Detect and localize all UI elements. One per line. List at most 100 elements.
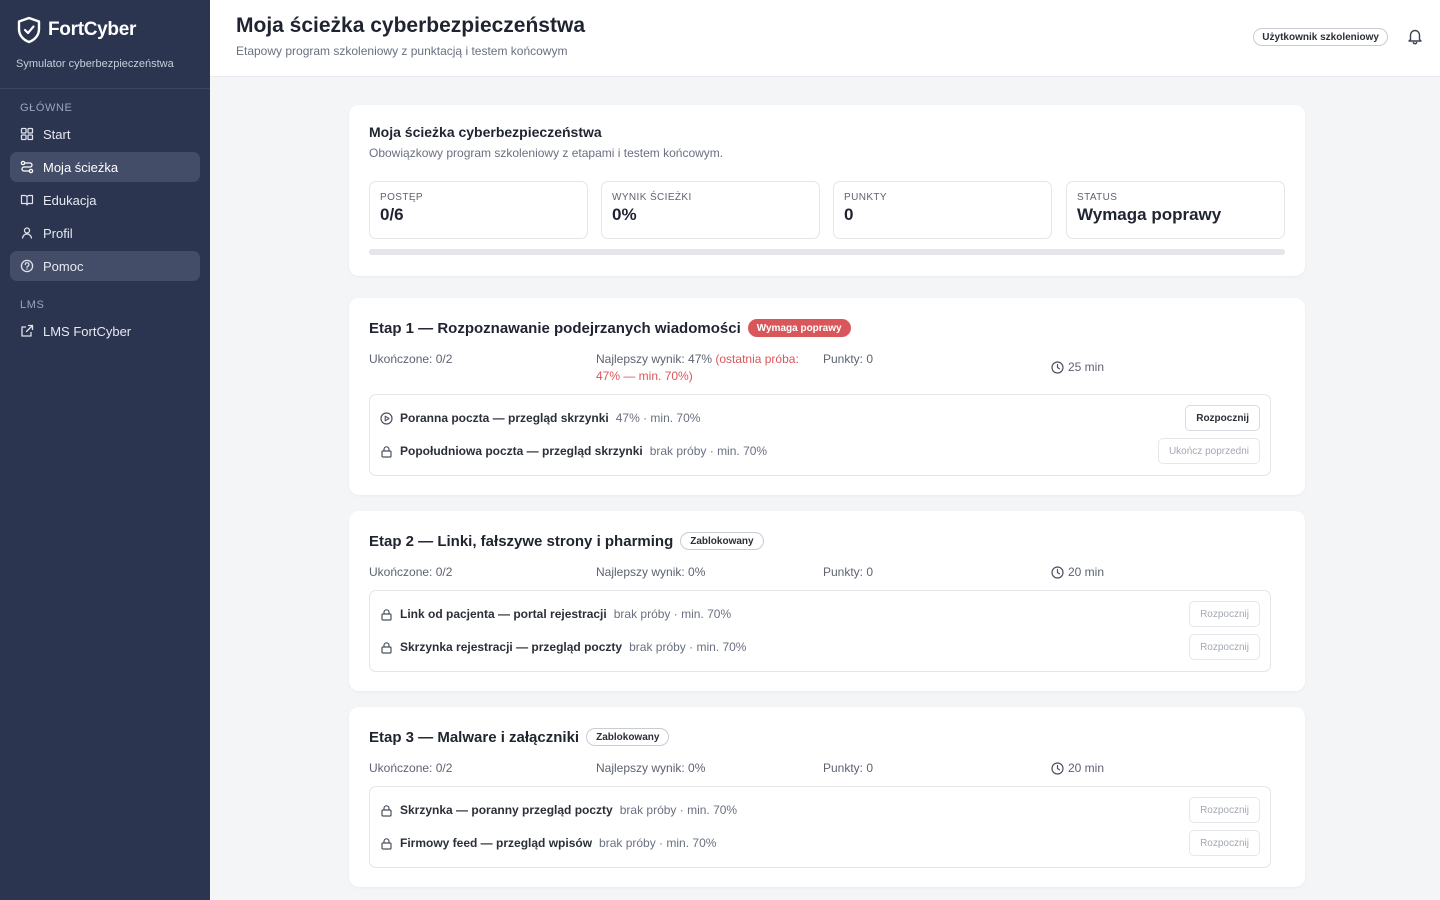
lesson-list: Skrzynka — poranny przegląd poczty brak … bbox=[369, 786, 1271, 868]
nav-section-main: GŁÓWNE bbox=[20, 102, 73, 114]
page-subtitle: Etapowy program szkoleniowy z punktacją … bbox=[236, 44, 568, 58]
lesson-row: Poranna poczta — przegląd skrzynki 47% ·… bbox=[380, 405, 1260, 431]
stage-completed: Ukończone: 0/2 bbox=[369, 352, 453, 366]
nav-list-main: Start Moja ścieżka Edukacja Profil Pomoc bbox=[0, 114, 210, 281]
lesson-meta: brak próby · min. 70% bbox=[649, 444, 768, 458]
lesson-name: Link od pacjenta — portal rejestracji bbox=[400, 607, 607, 621]
stage-points: Punkty: 0 bbox=[823, 352, 874, 366]
lesson-name: Firmowy feed — przegląd wpisów bbox=[400, 836, 593, 850]
stat-value: 0% bbox=[612, 205, 637, 224]
route-icon bbox=[20, 160, 34, 174]
stat-label: WYNIK ŚCIEŻKI bbox=[612, 192, 692, 203]
stage-card-1: Etap 1 — Rozpoznawanie podejrzanych wiad… bbox=[349, 298, 1305, 495]
stage-duration: 25 min bbox=[1051, 359, 1104, 376]
lesson-row: Popołudniowa poczta — przegląd skrzynki … bbox=[380, 438, 1260, 464]
best-score-text: Najlepszy wynik: 47% bbox=[596, 352, 716, 366]
stat-value: Wymaga poprawy bbox=[1077, 205, 1222, 224]
lesson-name: Skrzynka — poranny przegląd poczty bbox=[400, 803, 613, 817]
play-circle-icon bbox=[380, 411, 393, 425]
sidebar-item-profile[interactable]: Profil bbox=[10, 218, 200, 248]
lesson-name: Poranna poczta — przegląd skrzynki bbox=[400, 411, 609, 425]
lesson-row: Skrzynka — poranny przegląd poczty brak … bbox=[380, 797, 1260, 823]
sidebar-item-start[interactable]: Start bbox=[10, 119, 200, 149]
stat-value: 0 bbox=[844, 205, 854, 224]
finish-previous-button[interactable]: Ukończ poprzedni bbox=[1157, 438, 1260, 464]
stat-label: PUNKTY bbox=[844, 192, 887, 203]
duration-text: 20 min bbox=[1068, 761, 1105, 775]
lesson-row: Link od pacjenta — portal rejestracji br… bbox=[380, 601, 1260, 627]
lesson-meta: brak próby · min. 70% bbox=[613, 607, 732, 621]
status-badge: Wymaga poprawy bbox=[747, 319, 851, 337]
start-lesson-button[interactable]: Rozpocznij bbox=[1189, 634, 1260, 660]
shield-logo-icon bbox=[16, 16, 42, 44]
nav-section-lms: LMS bbox=[20, 299, 45, 311]
user-badge[interactable]: Użytkownik szkoleniowy bbox=[1253, 28, 1388, 46]
sidebar-item-help[interactable]: Pomoc bbox=[10, 251, 200, 281]
page-title: Moja ścieżka cyberbezpieczeństwa bbox=[236, 14, 585, 37]
path-summary-card: Moja ścieżka cyberbezpieczeństwa Obowiąz… bbox=[349, 105, 1305, 276]
sidebar-item-label: Start bbox=[43, 126, 71, 142]
stage-best-score: Najlepszy wynik: 0% bbox=[596, 565, 706, 579]
summary-subtitle: Obowiązkowy program szkoleniowy z etapam… bbox=[369, 146, 724, 160]
stage-best-score: Najlepszy wynik: 47% (ostatnia próba: 47… bbox=[596, 351, 816, 385]
lock-icon bbox=[380, 641, 393, 654]
brand: FortCyber Symulator cyberbezpieczeństwa bbox=[0, 0, 210, 89]
stat-points: PUNKTY 0 bbox=[833, 181, 1052, 239]
lock-icon bbox=[380, 608, 393, 621]
sidebar-item-label: LMS FortCyber bbox=[43, 323, 132, 339]
duration-text: 20 min bbox=[1068, 565, 1105, 579]
stage-best-score: Najlepszy wynik: 0% bbox=[596, 761, 706, 775]
clock-icon bbox=[1051, 361, 1064, 374]
start-lesson-button[interactable]: Rozpocznij bbox=[1189, 601, 1260, 627]
sidebar-item-education[interactable]: Edukacja bbox=[10, 185, 200, 215]
lesson-name: Popołudniowa poczta — przegląd skrzynki bbox=[400, 444, 643, 458]
sidebar: FortCyber Symulator cyberbezpieczeństwa … bbox=[0, 0, 210, 900]
lesson-name: Skrzynka rejestracji — przegląd poczty bbox=[400, 640, 623, 654]
stat-label: STATUS bbox=[1077, 192, 1118, 203]
clock-icon bbox=[1051, 566, 1064, 579]
start-lesson-button[interactable]: Rozpocznij bbox=[1189, 830, 1260, 856]
sidebar-item-my-path[interactable]: Moja ścieżka bbox=[10, 152, 200, 182]
book-icon bbox=[20, 193, 34, 207]
brand-subtitle: Symulator cyberbezpieczeństwa bbox=[16, 58, 174, 70]
progress-bar bbox=[369, 249, 1285, 255]
stat-progress: POSTĘP 0/6 bbox=[369, 181, 588, 239]
nav-list-lms: LMS FortCyber bbox=[0, 311, 210, 346]
sidebar-item-label: Moja ścieżka bbox=[43, 159, 119, 175]
lesson-row: Skrzynka rejestracji — przegląd poczty b… bbox=[380, 634, 1260, 660]
status-badge: Zablokowany bbox=[586, 728, 670, 746]
lesson-meta: brak próby · min. 70% bbox=[629, 640, 747, 654]
stage-title-row: Etap 1 — Rozpoznawanie podejrzanych wiad… bbox=[369, 319, 851, 337]
sidebar-item-lms[interactable]: LMS FortCyber bbox=[10, 316, 200, 346]
summary-title: Moja ścieżka cyberbezpieczeństwa bbox=[369, 124, 602, 140]
brand-name: FortCyber bbox=[48, 19, 137, 40]
sidebar-item-label: Edukacja bbox=[43, 192, 97, 208]
lesson-list: Link od pacjenta — portal rejestracji br… bbox=[369, 590, 1271, 672]
stage-duration: 20 min bbox=[1051, 564, 1104, 581]
brand-row[interactable]: FortCyber bbox=[16, 16, 194, 44]
help-circle-icon bbox=[20, 259, 34, 273]
stat-path-score: WYNIK ŚCIEŻKI 0% bbox=[601, 181, 820, 239]
lesson-list: Poranna poczta — przegląd skrzynki 47% ·… bbox=[369, 394, 1271, 476]
bell-icon[interactable] bbox=[1406, 27, 1424, 45]
stage-title-row: Etap 2 — Linki, fałszywe strony i pharmi… bbox=[369, 532, 764, 550]
lesson-row: Firmowy feed — przegląd wpisów brak prób… bbox=[380, 830, 1260, 856]
stage-duration: 20 min bbox=[1051, 760, 1104, 777]
user-icon bbox=[20, 226, 34, 240]
stage-title: Etap 1 — Rozpoznawanie podejrzanych wiad… bbox=[369, 319, 741, 337]
stage-title: Etap 2 — Linki, fałszywe strony i pharmi… bbox=[369, 532, 674, 550]
sidebar-item-label: Pomoc bbox=[43, 258, 84, 274]
top-header: Moja ścieżka cyberbezpieczeństwa Etapowy… bbox=[210, 0, 1440, 77]
stage-card-2: Etap 2 — Linki, fałszywe strony i pharmi… bbox=[349, 511, 1305, 691]
duration-text: 25 min bbox=[1068, 360, 1105, 374]
start-lesson-button[interactable]: Rozpocznij bbox=[1185, 405, 1260, 431]
stat-status: STATUS Wymaga poprawy bbox=[1066, 181, 1285, 239]
start-lesson-button[interactable]: Rozpocznij bbox=[1189, 797, 1260, 823]
stage-points: Punkty: 0 bbox=[823, 761, 874, 775]
lock-icon bbox=[380, 804, 393, 817]
sidebar-item-label: Profil bbox=[43, 225, 73, 241]
lock-icon bbox=[380, 837, 393, 850]
status-badge: Zablokowany bbox=[680, 532, 764, 550]
stage-completed: Ukończone: 0/2 bbox=[369, 761, 453, 775]
lesson-meta: brak próby · min. 70% bbox=[599, 836, 717, 850]
